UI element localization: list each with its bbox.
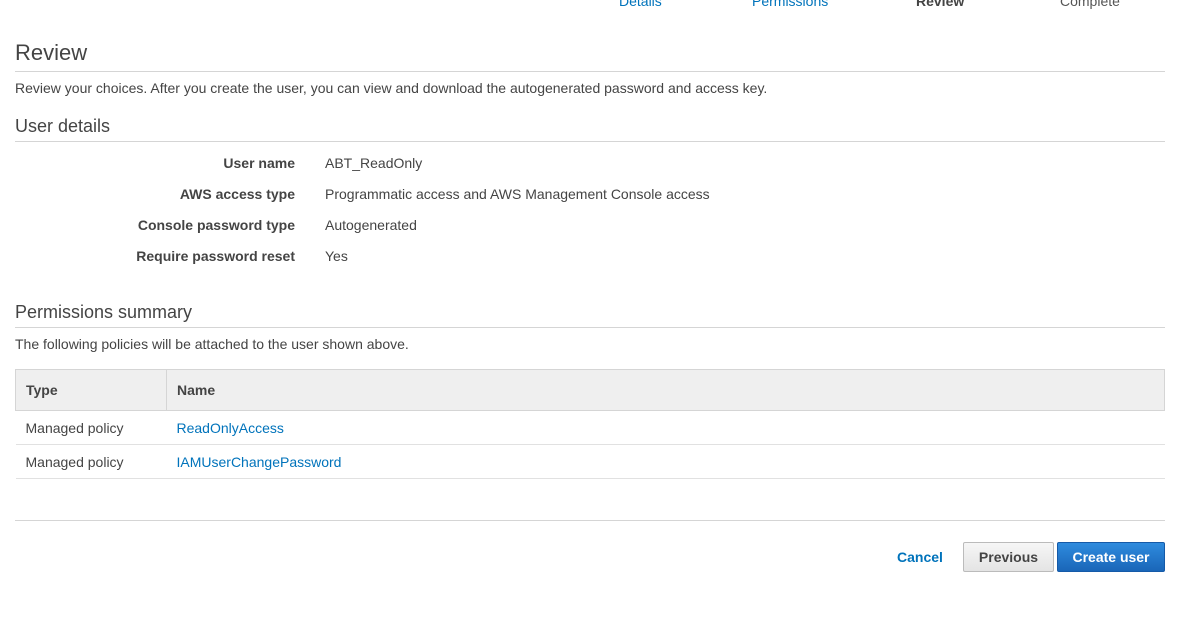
column-header-name[interactable]: Name [166, 369, 1165, 411]
password-reset-value: Yes [325, 248, 348, 264]
password-type-value: Autogenerated [325, 217, 417, 233]
divider [15, 327, 1165, 328]
access-type-label: AWS access type [179, 186, 295, 202]
footer-divider [15, 520, 1165, 521]
table-row: Managed policy ReadOnlyAccess [15, 410, 1165, 445]
policies-table: Type Name Managed policy ReadOnlyAccess … [15, 369, 1165, 479]
user-details-heading: User details [15, 116, 111, 136]
table-header-row: Type Name [15, 369, 1165, 411]
user-name-label: User name [223, 155, 295, 171]
step-review: Review [916, 0, 965, 9]
step-details[interactable]: Details [619, 0, 662, 9]
user-name-value: ABT_ReadOnly [325, 155, 423, 171]
policy-type: Managed policy [15, 410, 167, 445]
permissions-summary-heading: Permissions summary [15, 302, 193, 322]
wizard-steps: Details Permissions Review Complete [0, 0, 1198, 13]
divider [15, 71, 1165, 72]
step-permissions[interactable]: Permissions [752, 0, 828, 9]
policy-name-cell: ReadOnlyAccess [166, 410, 1165, 445]
step-complete: Complete [1060, 0, 1120, 9]
review-description: Review your choices. After you create th… [15, 80, 768, 96]
page-title: Review [15, 40, 88, 65]
policy-name-cell: IAMUserChangePassword [166, 444, 1165, 479]
policy-link[interactable]: IAMUserChangePassword [177, 454, 342, 470]
previous-button[interactable]: Previous [963, 542, 1054, 572]
password-reset-label: Require password reset [136, 248, 295, 264]
cancel-button[interactable]: Cancel [884, 542, 956, 572]
table-row: Managed policy IAMUserChangePassword [15, 444, 1165, 479]
password-type-label: Console password type [137, 217, 295, 233]
create-user-button[interactable]: Create user [1057, 542, 1165, 572]
permissions-description: The following policies will be attached … [15, 336, 409, 352]
access-type-value: Programmatic access and AWS Management C… [325, 186, 710, 202]
policy-link[interactable]: ReadOnlyAccess [177, 420, 284, 436]
divider [15, 141, 1165, 142]
column-header-type[interactable]: Type [15, 369, 167, 411]
policy-type: Managed policy [15, 444, 167, 479]
